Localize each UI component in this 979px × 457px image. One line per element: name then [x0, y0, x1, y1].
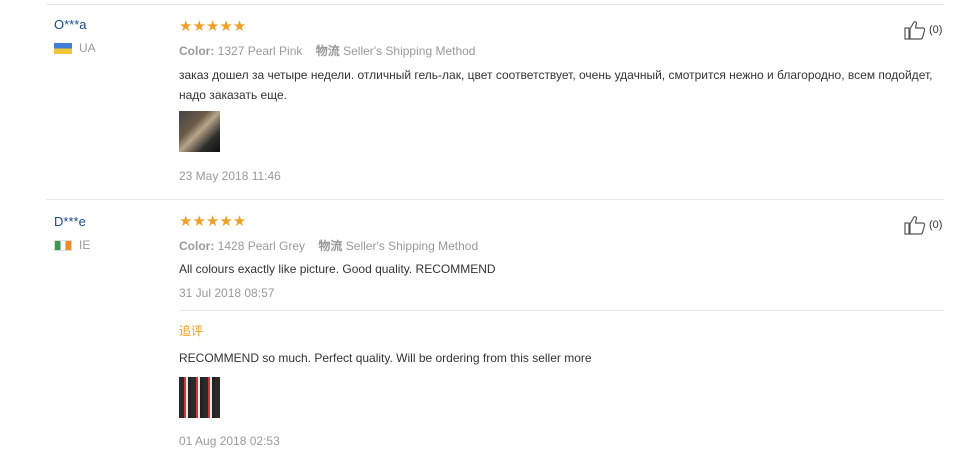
- like-button[interactable]: (0): [904, 20, 942, 40]
- followup-divider: [179, 310, 944, 311]
- shipping-method: Seller's Shipping Method: [343, 44, 476, 58]
- shipping-method: Seller's Shipping Method: [345, 239, 479, 253]
- flag-ua-icon: [54, 42, 72, 54]
- followup-photo-thumbnail[interactable]: [179, 377, 220, 418]
- review-text: All colours exactly like picture. Good q…: [179, 262, 496, 276]
- flag-ie-icon: [54, 239, 72, 251]
- color-value: 1327 Pearl Pink: [217, 44, 303, 58]
- reviewer-country: IE: [54, 238, 90, 252]
- color-label: Color:: [179, 44, 215, 58]
- review-item: D***e IE ★★★★★ Color: 1428 Pearl Grey 物流…: [0, 200, 979, 457]
- review-photo-thumbnail[interactable]: [179, 111, 220, 152]
- country-code: UA: [79, 41, 96, 55]
- reviewer-name: O***a: [54, 17, 87, 32]
- review-date: 23 May 2018 11:46: [179, 169, 281, 183]
- thumbs-up-icon: [904, 216, 926, 235]
- review-text: заказ дошел за четыре недели. отличный г…: [179, 68, 933, 102]
- color-value: 1428 Pearl Grey: [217, 239, 306, 253]
- review-attributes: Color: 1428 Pearl Grey 物流 Seller's Shipp…: [179, 237, 478, 254]
- star-rating: ★★★★★: [179, 213, 247, 230]
- thumbs-up-icon: [904, 21, 926, 40]
- review-item: O***a UA ★★★★★ Color: 1327 Pearl Pink 物流…: [0, 0, 979, 200]
- reviewer-country: UA: [54, 41, 96, 55]
- review-content: ★★★★★ Color: 1327 Pearl Pink 物流 Seller's…: [179, 0, 944, 200]
- review-date: 31 Jul 2018 08:57: [179, 286, 275, 300]
- like-button[interactable]: (0): [904, 215, 942, 235]
- like-count: (0): [929, 219, 943, 231]
- followup-text: RECOMMEND so much. Perfect quality. Will…: [179, 351, 592, 365]
- country-code: IE: [79, 238, 91, 252]
- star-rating: ★★★★★: [179, 18, 247, 35]
- shipping-label: 物流: [318, 239, 343, 253]
- followup-label: 追评: [179, 324, 204, 338]
- review-attributes: Color: 1327 Pearl Pink 物流 Seller's Shipp…: [179, 42, 475, 59]
- reviewer-name: D***e: [54, 214, 86, 229]
- followup-date: 01 Aug 2018 02:53: [179, 434, 280, 448]
- review-content: ★★★★★ Color: 1428 Pearl Grey 物流 Seller's…: [179, 200, 944, 457]
- shipping-label: 物流: [315, 44, 340, 58]
- color-label: Color:: [179, 239, 215, 253]
- like-count: (0): [929, 24, 943, 36]
